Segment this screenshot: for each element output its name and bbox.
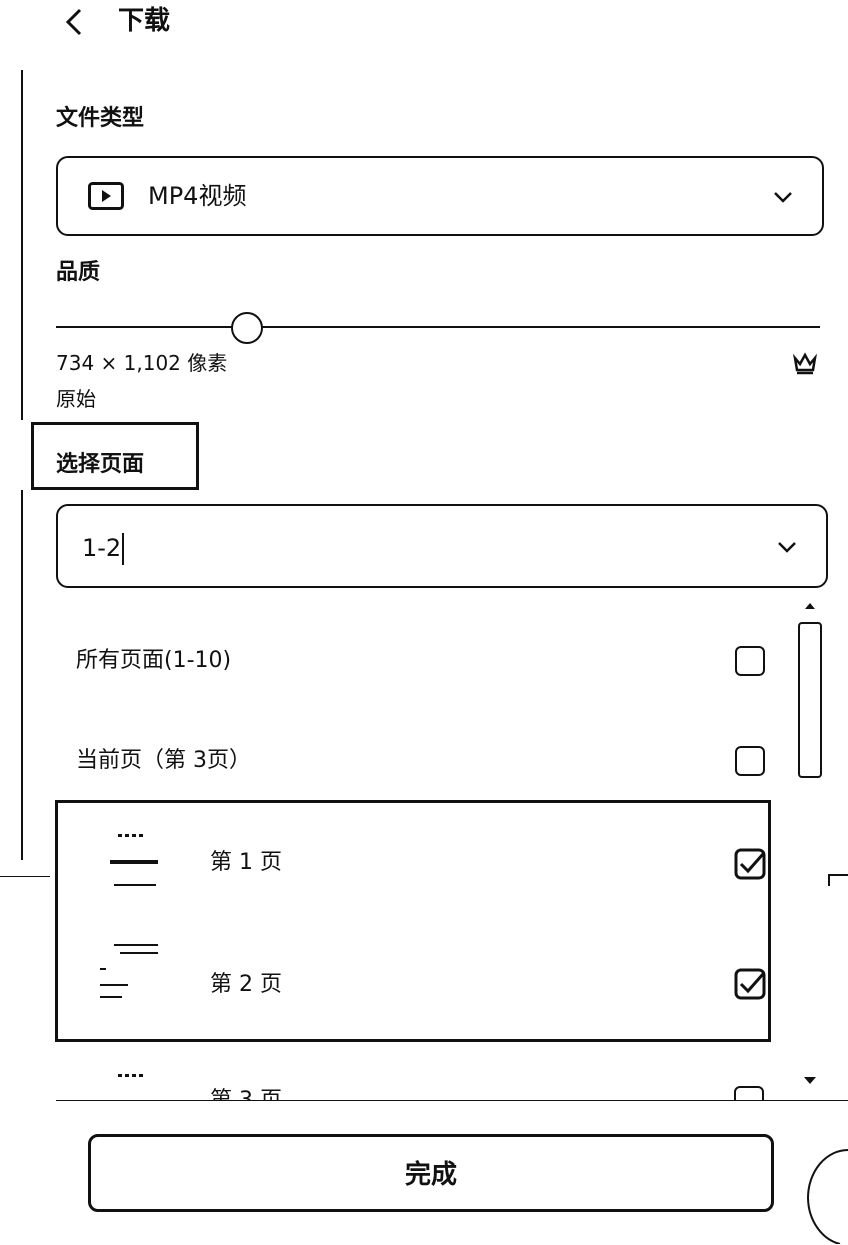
option-current-page[interactable]: 当前页（第 3页） xyxy=(56,722,776,802)
checkbox-checked-icon[interactable] xyxy=(734,848,766,880)
page-item-1[interactable]: 第 1 页 xyxy=(100,828,780,908)
scroll-down-arrow[interactable] xyxy=(800,1072,820,1088)
text-caret xyxy=(122,533,125,565)
divider xyxy=(0,876,50,877)
chevron-down-icon xyxy=(774,192,792,203)
quality-label: 品质 xyxy=(56,260,101,285)
quality-tier: 原始 xyxy=(56,387,96,411)
done-button-label: 完成 xyxy=(404,1160,457,1190)
resolution-text: 734 × 1,102 像素 xyxy=(56,351,228,375)
page-thumbnail xyxy=(110,834,158,886)
page-range-value: 1-2 xyxy=(82,534,122,562)
option-all-pages[interactable]: 所有页面(1-10) xyxy=(56,622,776,702)
checkbox-all-pages[interactable] xyxy=(735,646,765,676)
divider xyxy=(828,874,848,886)
floating-action-edge[interactable] xyxy=(800,1140,848,1244)
file-type-select[interactable]: MP4视频 xyxy=(56,156,824,236)
page-thumbnail xyxy=(100,944,158,998)
video-play-icon xyxy=(88,182,124,210)
page-title: 下载 xyxy=(118,6,171,36)
crown-icon xyxy=(793,352,817,375)
page-range-input[interactable]: 1-2 xyxy=(56,504,828,588)
checkbox-checked-icon[interactable] xyxy=(734,968,766,1000)
file-type-value: MP4视频 xyxy=(148,182,247,210)
back-button[interactable] xyxy=(56,4,92,40)
chevron-left-icon xyxy=(65,8,82,36)
done-button[interactable]: 完成 xyxy=(88,1134,774,1212)
scroll-up-arrow[interactable] xyxy=(800,598,820,614)
checkbox-current-page[interactable] xyxy=(735,746,765,776)
select-pages-label: 选择页面 xyxy=(56,452,145,477)
quality-slider-handle[interactable] xyxy=(231,312,263,344)
file-type-label: 文件类型 xyxy=(56,106,145,131)
scrollbar-thumb[interactable] xyxy=(798,622,822,778)
panel-edge xyxy=(21,70,23,420)
chevron-down-icon[interactable] xyxy=(776,536,798,558)
page-item-2[interactable]: 第 2 页 xyxy=(100,940,780,1020)
page-label: 第 2 页 xyxy=(210,972,282,997)
page-label: 第 1 页 xyxy=(210,850,282,875)
panel-edge xyxy=(21,490,23,860)
option-label: 当前页（第 3页） xyxy=(76,748,251,773)
quality-slider-track[interactable] xyxy=(56,326,820,328)
option-label: 所有页面(1-10) xyxy=(76,648,232,673)
